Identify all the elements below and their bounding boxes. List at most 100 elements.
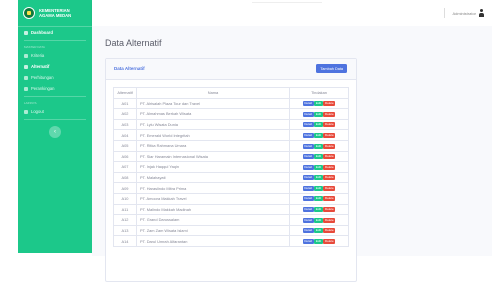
sidebar-divider (24, 119, 86, 120)
detail-button[interactable]: Detail (302, 101, 314, 107)
edit-button[interactable]: Edit (314, 122, 323, 128)
row-actions: Detail Edit Delete (289, 150, 349, 163)
row-actions: Detail Edit Delete (289, 171, 349, 184)
delete-button[interactable]: Delete (323, 164, 336, 170)
detail-button[interactable]: Detail (302, 111, 314, 117)
edit-button[interactable]: Edit (314, 217, 323, 223)
delete-button[interactable]: Delete (323, 196, 336, 202)
edit-button[interactable]: Edit (314, 101, 323, 107)
delete-button[interactable]: Delete (323, 101, 336, 107)
table-row: A12 PT. Grand Darussalam Detail Edit Delete (113, 214, 349, 226)
detail-button[interactable]: Detail (302, 154, 314, 160)
alternative-code: A12 (113, 214, 137, 226)
sidebar-item-alternatif[interactable]: Alternatif (18, 61, 92, 72)
table-header-row: Alternatif Nama Tindakan (113, 87, 349, 99)
topbar: Administrator (92, 0, 492, 26)
sidebar-item-label: Kriteria (31, 53, 45, 58)
edit-button[interactable]: Edit (314, 196, 323, 202)
sidebar-toggle-button[interactable]: ‹ (49, 126, 61, 138)
delete-button[interactable]: Delete (323, 238, 336, 244)
alternative-name: PT. Malahayati (136, 171, 290, 184)
table-row: A05 PT. Ritka Rahmana Umara Detail Edit Dele… (113, 139, 349, 152)
edit-button[interactable]: Edit (314, 228, 323, 234)
detail-button[interactable]: Detail (302, 164, 314, 170)
detail-button[interactable]: Detail (302, 217, 314, 223)
delete-button[interactable]: Delete (323, 154, 336, 160)
table-row: A10 PT. Amoora Makkah Travel Detail Edit Del… (113, 192, 349, 205)
brand-line-2: AGAMA MEDAN (39, 13, 72, 18)
column-header-alternatif[interactable]: Alternatif (113, 87, 137, 99)
edit-button[interactable]: Edit (314, 207, 323, 213)
alternative-code: A08 (113, 171, 137, 184)
alternative-code: A11 (113, 203, 137, 216)
detail-button[interactable]: Detail (302, 185, 314, 191)
delete-button[interactable]: Delete (323, 217, 336, 223)
edit-button[interactable]: Edit (314, 164, 323, 170)
sidebar-item-perankingan[interactable]: Perankingan (18, 83, 92, 94)
detail-button[interactable]: Detail (302, 175, 314, 181)
delete-button[interactable]: Delete (323, 175, 336, 181)
table-row: A01 PT. Alrisalah Plaza Tour dan Travel De… (113, 97, 349, 110)
alternatives-table: Alternatif Nama Tindakan A01 PT. Alrisala… (113, 87, 349, 247)
detail-button[interactable]: Detail (302, 196, 314, 202)
row-actions: Detail Edit Delete (289, 108, 349, 120)
delete-button[interactable]: Delete (323, 228, 336, 234)
sidebar-item-label: Alternatif (31, 64, 50, 69)
edit-button[interactable]: Edit (314, 238, 323, 244)
delete-button[interactable]: Delete (323, 207, 336, 213)
brand[interactable]: KEMENTERIAN AGAMA MEDAN (18, 0, 92, 27)
row-actions: Detail Edit Delete (289, 214, 349, 226)
user-menu[interactable]: Administrator (444, 8, 484, 18)
delete-button[interactable]: Delete (323, 111, 336, 117)
alternative-code: A10 (113, 192, 137, 205)
brand-text: KEMENTERIAN AGAMA MEDAN (39, 8, 71, 18)
edit-button[interactable]: Edit (314, 143, 323, 149)
alternative-code: A02 (113, 108, 137, 120)
sidebar-item-kriteria[interactable]: Kriteria (18, 50, 92, 61)
sidebar-item-label: Perhitungan (31, 75, 54, 80)
detail-button[interactable]: Detail (302, 143, 314, 149)
row-actions: Detail Edit Delete (289, 161, 349, 173)
detail-button[interactable]: Detail (302, 122, 314, 128)
alternative-name: PT. Lylu Wisata Dunia (136, 118, 290, 131)
card-title: Data Alternatif (114, 66, 145, 71)
list-icon (24, 53, 28, 58)
table-row: A03 PT. Lylu Wisata Dunia Detail Edit Delete (113, 118, 349, 131)
delete-button[interactable]: Delete (323, 122, 336, 128)
alternative-code: A05 (113, 139, 137, 152)
sidebar-divider (24, 40, 86, 41)
detail-button[interactable]: Detail (302, 238, 314, 244)
delete-button[interactable]: Delete (323, 185, 336, 191)
row-actions: Detail Edit Delete (289, 118, 349, 131)
table-row: A09 PT. Haraslindo Mitra Prima Detail Edit D… (113, 182, 349, 194)
column-header-nama[interactable]: Nama (136, 87, 290, 99)
alternative-code: A09 (113, 182, 137, 194)
detail-button[interactable]: Detail (302, 207, 314, 213)
ministry-logo-icon (23, 7, 35, 19)
calculator-icon (24, 75, 28, 80)
delete-button[interactable]: Delete (323, 143, 336, 149)
row-actions: Detail Edit Delete (289, 97, 349, 110)
edit-button[interactable]: Edit (314, 154, 323, 160)
dashboard-icon (24, 30, 28, 35)
user-icon (479, 9, 484, 17)
detail-button[interactable]: Detail (302, 228, 314, 234)
sidebar-item-perhitungan[interactable]: Perhitungan (18, 72, 92, 83)
edit-button[interactable]: Edit (314, 185, 323, 191)
add-data-button[interactable]: Tambah Data (316, 64, 347, 73)
edit-button[interactable]: Edit (314, 111, 323, 117)
alternative-name: PT. Haraslindo Mitra Prima (136, 182, 290, 194)
edit-button[interactable]: Edit (314, 175, 323, 181)
delete-button[interactable]: Delete (323, 132, 336, 138)
alternative-name: PT. Emerald World Integritah (136, 129, 290, 141)
row-actions: Detail Edit Delete (289, 203, 349, 216)
detail-button[interactable]: Detail (302, 132, 314, 138)
alternative-name: PT. Darul Umrah Alfarantan (136, 235, 290, 247)
alternative-code: A04 (113, 129, 137, 141)
alternative-name: PT. Amoora Makkah Travel (136, 192, 290, 205)
row-actions: Detail Edit Delete (289, 129, 349, 141)
chevron-left-icon: ‹ (54, 129, 56, 135)
edit-button[interactable]: Edit (314, 132, 323, 138)
sidebar-item-dashboard[interactable]: Dashboard (18, 27, 92, 38)
sidebar-item-logout[interactable]: Logout (18, 106, 92, 117)
